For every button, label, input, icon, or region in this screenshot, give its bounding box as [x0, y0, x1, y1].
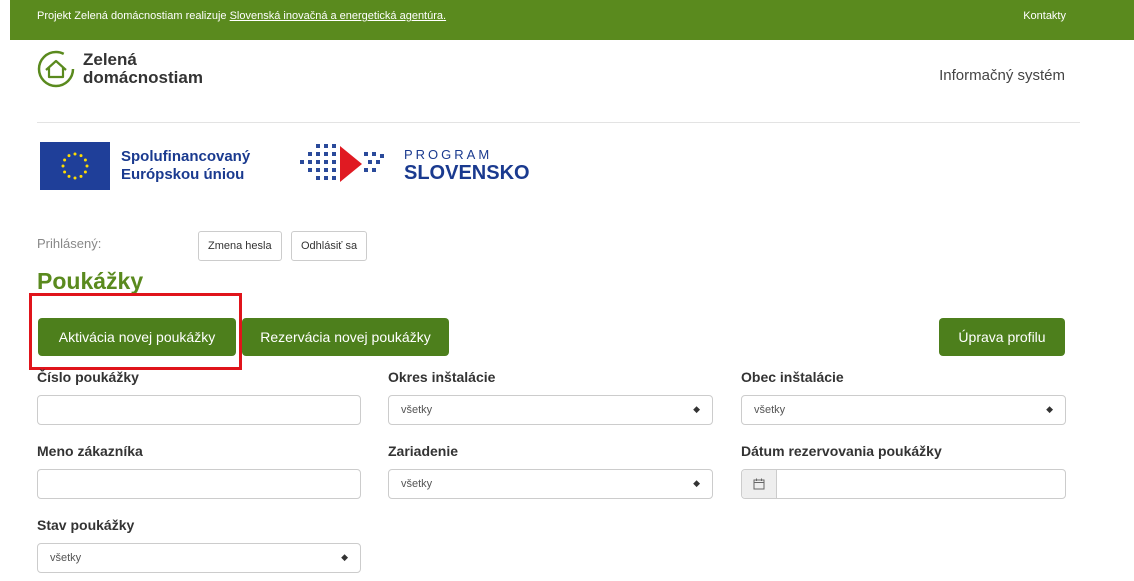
edit-profile-button[interactable]: Úprava profilu — [939, 318, 1065, 356]
eu-flag-icon — [40, 142, 110, 190]
voucher-number-label: Číslo poukážky — [37, 369, 139, 385]
page-title: Poukážky — [37, 268, 144, 294]
district-label: Okres inštalácie — [388, 369, 496, 385]
eu-text-line-1: Spolufinancovaný — [121, 148, 251, 165]
voucher-number-input[interactable] — [37, 395, 361, 425]
project-info: Projekt Zelená domácnostiam realizuje Sl… — [37, 10, 446, 22]
highlight-annotation — [29, 293, 242, 370]
information-system-label: Informačný systém — [939, 67, 1065, 84]
device-select-value: všetky — [401, 478, 433, 490]
sort-arrows-icon: ◆ — [693, 404, 700, 414]
district-select-value: všetky — [401, 404, 433, 416]
header-divider — [37, 122, 1080, 123]
logout-button[interactable]: Odhlásiť sa — [291, 231, 368, 261]
sort-arrows-icon: ◆ — [693, 478, 700, 488]
voucher-status-select[interactable]: všetky ◆ — [37, 543, 361, 573]
eu-cofinanced-text: Spolufinancovaný Európskou úniou — [121, 148, 250, 184]
house-leaf-icon — [37, 50, 75, 88]
voucher-status-label: Stav poukážky — [37, 517, 135, 533]
agency-link[interactable]: Slovenská inovačná a energetická agentúr… — [230, 10, 446, 22]
sort-arrows-icon: ◆ — [341, 552, 348, 562]
reservation-date-label: Dátum rezervovania poukážky — [741, 443, 942, 459]
district-select[interactable]: všetky ◆ — [388, 395, 713, 425]
reserve-voucher-button[interactable]: Rezervácia novej poukážky — [242, 318, 449, 356]
site-logo[interactable]: Zelená domácnostiam — [37, 50, 203, 88]
project-info-text: Projekt Zelená domácnostiam realizuje — [37, 10, 230, 22]
program-slovensko-logo-icon — [296, 140, 396, 195]
reservation-date-input[interactable] — [741, 469, 1066, 499]
change-password-button[interactable]: Zmena hesla — [198, 231, 282, 261]
slovensko-text: SLOVENSKO — [404, 162, 530, 184]
voucher-status-select-value: všetky — [50, 552, 82, 564]
municipality-label: Obec inštalácie — [741, 369, 844, 385]
customer-name-input[interactable] — [37, 469, 361, 499]
calendar-icon[interactable] — [742, 470, 777, 498]
municipality-select-value: všetky — [754, 404, 786, 416]
logo-line-2: domácnostiam — [83, 68, 203, 87]
customer-name-label: Meno zákazníka — [37, 443, 143, 459]
sort-arrows-icon: ◆ — [1046, 404, 1053, 414]
eu-text-line-2: Európskou úniou — [121, 166, 245, 183]
device-label: Zariadenie — [388, 443, 459, 459]
logo-text: Zelená domácnostiam — [83, 51, 203, 87]
logged-in-label: Prihlásený: — [37, 236, 102, 251]
top-bar: Projekt Zelená domácnostiam realizuje Sl… — [0, 0, 1134, 40]
device-select[interactable]: všetky ◆ — [388, 469, 713, 499]
contacts-link[interactable]: Kontakty — [1023, 10, 1066, 22]
program-text: PROGRAM — [404, 147, 493, 162]
logo-line-1: Zelená — [83, 50, 137, 69]
municipality-select[interactable]: všetky ◆ — [741, 395, 1066, 425]
